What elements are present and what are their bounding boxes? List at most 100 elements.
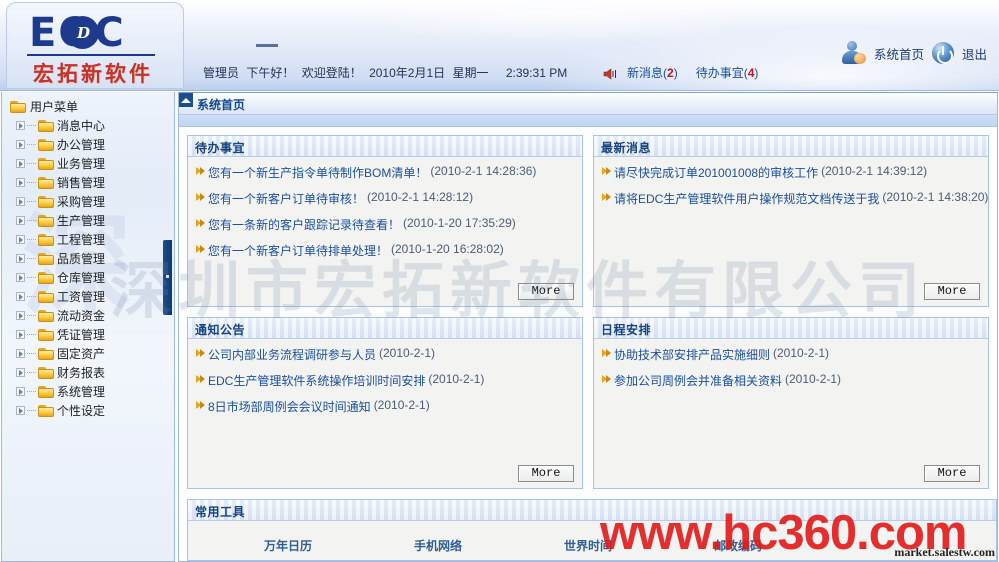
bullet-arrow-icon [196,401,205,410]
expand-arrow-icon[interactable] [16,292,25,301]
list-item[interactable]: 8日市场部周例会会议时间通知 (2010-2-1) [196,398,576,415]
sidebar-item-personalization[interactable]: 个性设定 [8,401,174,420]
expand-arrow-icon[interactable] [16,235,25,244]
folder-icon [10,100,27,114]
sidebar-item-voucher-management[interactable]: 凭证管理 [8,325,174,344]
bullet-arrow-icon [602,193,611,202]
folder-icon [38,366,55,380]
page-title: 系统首页 [197,98,246,112]
list-item-link[interactable]: 参加公司周例会并准备相关资料 [614,372,782,389]
collapse-icon[interactable] [179,93,193,107]
sidebar-item-label: 财务报表 [57,365,106,380]
list-item[interactable]: 公司内部业务流程调研参与人员 (2010-2-1) [196,346,576,363]
sidebar-item-warehouse-management[interactable]: 仓库管理 [8,268,174,287]
tool-world-time[interactable]: 世界时间 [564,537,714,554]
folder-icon [38,385,55,399]
sidebar-item-production-management[interactable]: 生产管理 [8,211,174,230]
tree-connector [27,334,36,335]
tool-mobile-network[interactable]: 手机网络 [414,537,564,554]
expand-arrow-icon[interactable] [16,121,25,130]
sidebar-root-label: 用户菜单 [30,100,79,114]
list-item[interactable]: 协助技术部安排产品实施细则 (2010-2-1) [602,346,982,363]
list-item[interactable]: EDC生产管理软件系统操作培训时间安排 (2010-2-1) [196,372,576,389]
expand-arrow-icon[interactable] [16,254,25,263]
list-item[interactable]: 请尽快完成订单201001008的审核工作 (2010-2-1 14:39:12… [602,164,982,181]
sidebar-item-business-management[interactable]: 业务管理 [8,154,174,173]
greeting-welcome: 欢迎登陆！ [301,66,362,80]
list-item-link[interactable]: 您有一个新客户订单待审核！ [208,190,364,207]
sidebar-item-purchase-management[interactable]: 采购管理 [8,192,174,211]
folder-icon [38,119,55,133]
user-home-icon [840,40,866,66]
list-item-link[interactable]: EDC生产管理软件系统操作培训时间安排 [208,372,425,389]
panel-body: 万年日历 手机网络 世界时间 邮政编码 [188,521,996,560]
list-item-link[interactable]: 您有一条新的客户跟踪记录待查看！ [208,216,400,233]
list-item-link[interactable]: 您有一个新客户订单待排单处理！ [208,242,388,259]
tree-connector [27,296,36,297]
list-item-link[interactable]: 8日市场部周例会会议时间通知 [208,398,371,415]
folder-icon [38,214,55,228]
sidebar-item-label: 个性设定 [57,403,106,418]
expand-arrow-icon[interactable] [16,178,25,187]
expand-arrow-icon[interactable] [16,406,25,415]
sidebar-item-message-center[interactable]: 消息中心 [8,116,174,135]
list-item-link[interactable]: 公司内部业务流程调研参与人员 [208,346,376,363]
more-button-news[interactable]: More [924,283,980,300]
todo-link[interactable]: 待办事宜(4) [696,66,759,80]
sidebar-item-sales-management[interactable]: 销售管理 [8,173,174,192]
list-item[interactable]: 参加公司周例会并准备相关资料 (2010-2-1) [602,372,982,389]
expand-arrow-icon[interactable] [16,330,25,339]
sidebar-item-quality-management[interactable]: 品质管理 [8,249,174,268]
expand-arrow-icon[interactable] [16,197,25,206]
expand-arrow-icon[interactable] [16,387,25,396]
more-button-schedule[interactable]: More [924,465,980,482]
list-item-link[interactable]: 请尽快完成订单201001008的审核工作 [614,164,818,181]
sidebar-item-label: 品质管理 [57,251,106,266]
list-item[interactable]: 您有一个新生产指令单待制作BOM清单！ (2010-2-1 14:28:36) [196,164,576,181]
sidebar-root-user-menu[interactable]: 用户菜单 [8,98,174,116]
more-button-todo[interactable]: More [518,283,574,300]
expand-arrow-icon[interactable] [16,349,25,358]
expand-arrow-icon[interactable] [16,368,25,377]
tree-connector [27,239,36,240]
expand-arrow-icon[interactable] [16,273,25,282]
logo-container[interactable]: EOC D 宏拓新软件 [6,2,184,89]
expand-arrow-icon[interactable] [16,159,25,168]
new-message-link[interactable]: 新消息(2) [627,66,678,80]
list-item-time: (2010-2-1) [373,398,430,412]
expand-arrow-icon[interactable] [16,311,25,320]
expand-arrow-icon[interactable] [16,140,25,149]
more-button-notice[interactable]: More [518,465,574,482]
sidebar-item-system-management[interactable]: 系统管理 [8,382,174,401]
list-item-link[interactable]: 协助技术部安排产品实施细则 [614,346,770,363]
sidebar-item-financial-reports[interactable]: 财务报表 [8,363,174,382]
panel-title: 最新消息 [601,141,652,155]
system-home-button[interactable]: 系统首页 [874,44,924,63]
sidebar-item-engineering-management[interactable]: 工程管理 [8,230,174,249]
folder-icon [38,328,55,342]
menu-tree: 用户菜单 消息中心 办公管理 业务管理 销售管理 采购管理 生产管理 工程管理 … [2,92,174,420]
tool-postal-code[interactable]: 邮政编码 [714,537,864,554]
bullet-arrow-icon [196,193,205,202]
list-item[interactable]: 您有一个新客户订单待审核！ (2010-2-1 14:28:12) [196,190,576,207]
panel-tools: 常用工具 万年日历 手机网络 世界时间 邮政编码 [187,499,997,561]
sidebar-splitter-handle[interactable] [163,240,172,315]
list-item[interactable]: 您有一个新客户订单待排单处理！ (2010-1-20 16:28:02) [196,242,576,259]
panel-schedule: 日程安排 协助技术部安排产品实施细则 (2010-2-1) 参加公司周例会并准备… [593,317,989,489]
notification-links: 新消息(2) 待办事宜(4) [627,64,776,81]
expand-arrow-icon[interactable] [16,216,25,225]
logout-button[interactable]: 退出 [962,44,987,63]
logo-divider [27,54,155,56]
sidebar-item-office-management[interactable]: 办公管理 [8,135,174,154]
list-item[interactable]: 您有一条新的客户跟踪记录待查看！ (2010-1-20 17:35:29) [196,216,576,233]
sidebar-item-payroll-management[interactable]: 工资管理 [8,287,174,306]
panel-news: 最新消息 请尽快完成订单201001008的审核工作 (2010-2-1 14:… [593,135,989,307]
tool-perpetual-calendar[interactable]: 万年日历 [264,537,414,554]
list-item[interactable]: 请将EDC生产管理软件用户操作规范文档传送于我 (2010-2-1 14:38:… [602,190,988,207]
list-item-link[interactable]: 您有一个新生产指令单待制作BOM清单！ [208,164,427,181]
tree-connector [27,258,36,259]
list-item-link[interactable]: 请将EDC生产管理软件用户操作规范文档传送于我 [614,190,879,207]
sidebar-item-fixed-assets[interactable]: 固定资产 [8,344,174,363]
panel-title: 通知公告 [195,323,246,337]
sidebar-item-working-capital[interactable]: 流动资金 [8,306,174,325]
